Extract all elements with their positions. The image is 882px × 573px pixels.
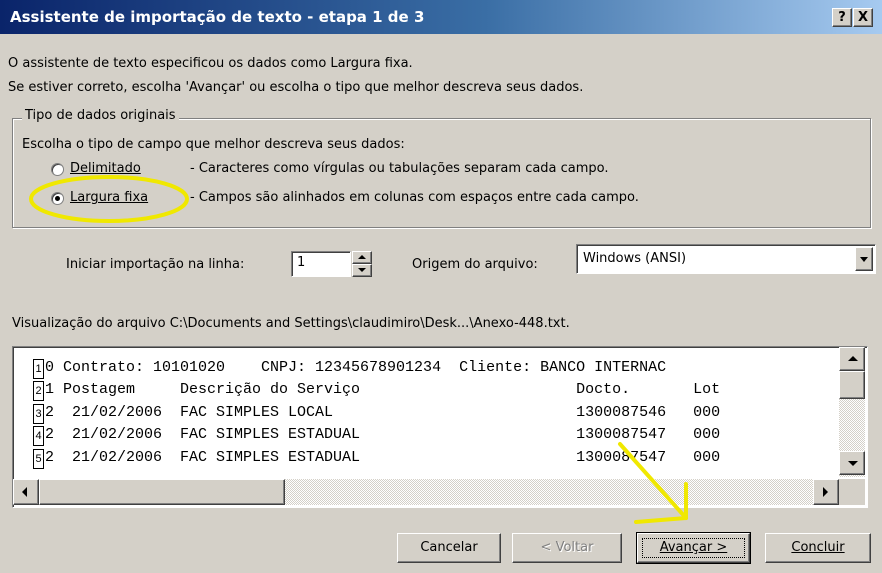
intro-line-1: O assistente de texto especificou os dad… — [8, 56, 413, 71]
finish-button-label: Concluir — [791, 540, 845, 555]
cancel-button-label: Cancelar — [420, 540, 478, 555]
preview-row: 2 21/02/2006 FAC SIMPLES LOCAL 130008754… — [45, 404, 721, 421]
chevron-down-icon — [860, 257, 868, 262]
origin-select[interactable]: Windows (ANSI) — [576, 244, 876, 274]
back-button-label: < Voltar — [540, 540, 594, 555]
scroll-right-button[interactable] — [813, 479, 839, 505]
scroll-left-icon — [22, 487, 27, 497]
cancel-button[interactable]: Cancelar — [397, 533, 501, 563]
radio-largura-fixa-desc: - Campos são alinhados em colunas com es… — [190, 190, 639, 205]
intro-line-2: Se estiver correto, escolha 'Avançar' ou… — [8, 80, 584, 95]
scroll-corner — [839, 479, 865, 505]
row-number: 5 — [33, 449, 44, 469]
preview-box[interactable]: 1 2 3 4 5 0 Contrato: 10101020 CNPJ: 123… — [12, 346, 868, 508]
group-prompt: Escolha o tipo de campo que melhor descr… — [22, 137, 405, 152]
title-bar: Assistente de importação de texto - etap… — [0, 0, 882, 34]
start-row-value: 1 — [297, 255, 306, 270]
radio-delimitado-desc: - Caracteres como vírgulas ou tabulações… — [190, 161, 609, 176]
spin-down-icon — [358, 268, 366, 272]
scroll-down-button[interactable] — [839, 451, 865, 475]
row-number: 4 — [33, 426, 44, 446]
window-title: Assistente de importação de texto - etap… — [10, 8, 425, 26]
origin-dropdown-button[interactable] — [855, 247, 873, 271]
start-row-label: Iniciar importação na linha: — [66, 257, 245, 272]
spin-up-button[interactable] — [352, 251, 372, 264]
scroll-down-icon — [848, 461, 858, 466]
help-button[interactable]: ? — [832, 8, 852, 27]
preview-row: 0 Contrato: 10101020 CNPJ: 1234567890123… — [45, 359, 667, 376]
origin-value: Windows (ANSI) — [583, 251, 687, 266]
row-number: 2 — [33, 381, 44, 401]
spin-up-icon — [358, 255, 366, 259]
scroll-up-icon — [848, 356, 858, 361]
preview-row: 1 Postagem Descrição do Serviço Docto. L… — [45, 381, 721, 398]
scroll-up-button[interactable] — [839, 347, 865, 371]
scroll-left-button[interactable] — [13, 479, 39, 505]
preview-label: Visualização do arquivo C:\Documents and… — [12, 316, 570, 331]
row-number: 1 — [33, 359, 44, 379]
finish-button[interactable]: Concluir — [765, 533, 871, 563]
origin-label: Origem do arquivo: — [412, 257, 538, 272]
row-number: 3 — [33, 404, 44, 424]
start-row-input[interactable]: 1 — [291, 251, 351, 277]
highlight-ellipse — [29, 175, 189, 223]
next-button[interactable]: Avançar > — [636, 532, 751, 564]
horizontal-scroll-thumb[interactable] — [39, 479, 285, 505]
preview-content: 1 2 3 4 5 0 Contrato: 10101020 CNPJ: 123… — [33, 357, 837, 473]
back-button[interactable]: < Voltar — [512, 533, 622, 563]
annotation-arrow-icon — [618, 442, 688, 524]
vertical-scroll-thumb[interactable] — [839, 371, 865, 399]
spin-down-button[interactable] — [352, 264, 372, 277]
scroll-right-icon — [823, 487, 828, 497]
group-legend: Tipo de dados originais — [22, 108, 179, 123]
close-button[interactable]: X — [853, 8, 873, 27]
focus-rect — [642, 538, 745, 558]
